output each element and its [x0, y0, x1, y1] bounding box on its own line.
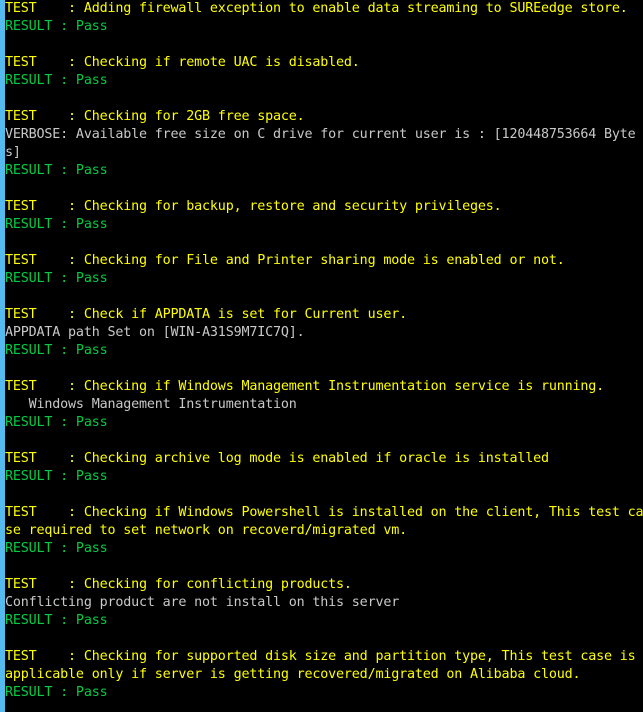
console-line-test: TEST : Checking for backup, restore and … — [5, 199, 502, 214]
console-line-result: RESULT : Pass — [5, 343, 108, 358]
console-line-test: se required to set network on recoverd/m… — [5, 523, 407, 538]
console-line-result: RESULT : Pass — [5, 163, 108, 178]
console-line-test: TEST : Checking for conflicting products… — [5, 577, 352, 592]
console-line-info: APPDATA path Set on [WIN-A31S9M7IC7Q]. — [5, 325, 305, 340]
console-line-result: RESULT : Pass — [5, 217, 108, 232]
console-line-test: TEST : Checking if Windows Management In… — [5, 379, 605, 394]
console-line-info: Conflicting product are not install on t… — [5, 595, 400, 610]
console-line-test: applicable only if server is getting rec… — [5, 667, 581, 682]
console-line-test: TEST : Checking for 2GB free space. — [5, 109, 305, 124]
console-line-test: TEST : Checking archive log mode is enab… — [5, 451, 549, 466]
console-line-info: VERBOSE: Available free size on C drive … — [5, 127, 636, 142]
terminal-window: TEST : Adding firewall exception to enab… — [0, 0, 643, 712]
console-line-test: TEST : Check if APPDATA is set for Curre… — [5, 307, 407, 322]
console-line-result: RESULT : Pass — [5, 469, 108, 484]
console-line-info: s] — [5, 145, 21, 160]
console-line-test: TEST : Checking for File and Printer sha… — [5, 253, 565, 268]
console-line-test: TEST : Checking if remote UAC is disable… — [5, 55, 360, 70]
console-line-test: TEST : Checking if Windows Powershell is… — [5, 505, 643, 520]
console-line-result: RESULT : Pass — [5, 415, 108, 430]
console-line-result: RESULT : Pass — [5, 271, 108, 286]
console-line-result: RESULT : Pass — [5, 19, 108, 34]
console-line-test: TEST : Adding firewall exception to enab… — [5, 1, 628, 16]
console-line-result: RESULT : Pass — [5, 685, 108, 700]
console-line-test: TEST : Checking for supported disk size … — [5, 649, 636, 664]
console-line-result: RESULT : Pass — [5, 73, 108, 88]
console-output[interactable]: TEST : Adding firewall exception to enab… — [5, 0, 643, 712]
console-line-info: Windows Management Instrumentation — [5, 397, 297, 412]
console-line-result: RESULT : Pass — [5, 541, 108, 556]
console-line-result: RESULT : Pass — [5, 613, 108, 628]
